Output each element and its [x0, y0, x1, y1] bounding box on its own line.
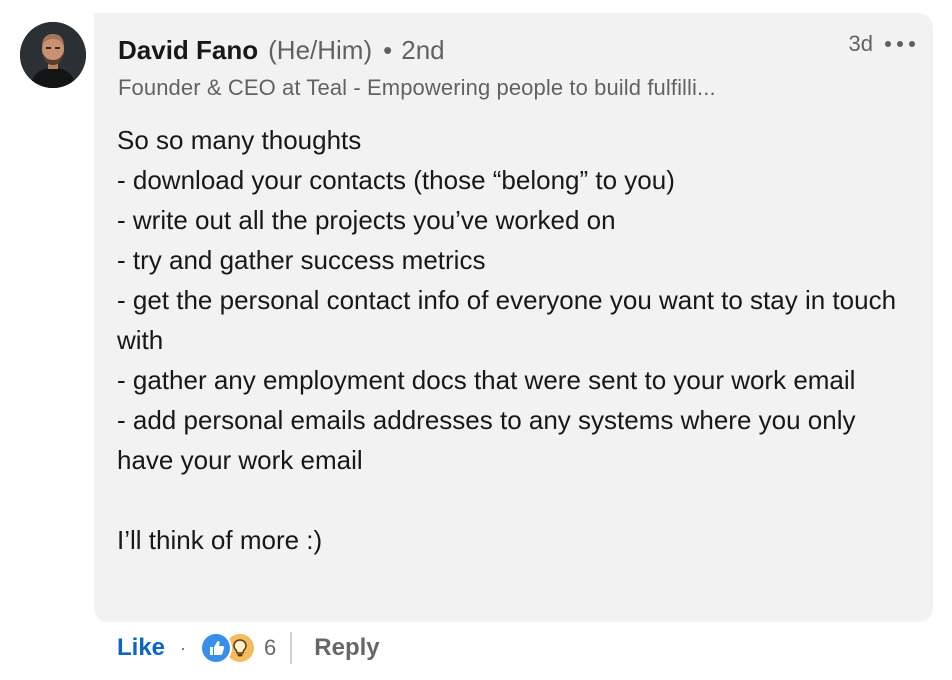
reply-button[interactable]: Reply	[314, 634, 379, 662]
author-header: David Fano (He/Him) • 2nd	[118, 35, 445, 67]
reaction-count: 6	[264, 635, 277, 660]
action-divider	[290, 632, 293, 664]
degree-separator: •	[383, 35, 393, 65]
ellipsis-dot	[885, 41, 891, 47]
connection-degree: 2nd	[401, 35, 445, 65]
avatar[interactable]	[20, 22, 86, 88]
ellipsis-dot	[897, 41, 903, 47]
author-headline[interactable]: Founder & CEO at Teal - Empowering peopl…	[118, 75, 716, 101]
like-button[interactable]: Like	[117, 634, 165, 662]
comment-actions: Like · 6 Reply	[117, 628, 380, 668]
ellipsis-dot	[909, 41, 915, 47]
reactions-summary[interactable]: 6	[200, 632, 276, 664]
comment-timestamp: 3d	[848, 31, 873, 56]
ellipsis-icon[interactable]	[885, 32, 915, 56]
comment-meta: 3d	[849, 31, 915, 57]
author-pronouns: (He/Him)	[268, 35, 373, 65]
comment-text: So so many thoughts - download your cont…	[117, 125, 897, 555]
like-icon	[200, 632, 233, 664]
comment-bubble: David Fano (He/Him) • 2nd Founder & CEO …	[94, 13, 933, 622]
comment: David Fano (He/Him) • 2nd Founder & CEO …	[0, 0, 952, 680]
author-name[interactable]: David Fano	[118, 35, 258, 66]
action-separator: ·	[180, 637, 187, 658]
avatar-photo	[20, 22, 86, 88]
